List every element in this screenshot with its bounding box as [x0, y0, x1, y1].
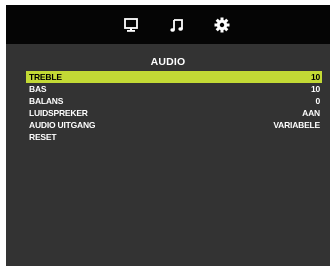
music-note-icon[interactable] [169, 17, 185, 33]
menu-item-label: BAS [29, 84, 47, 94]
menu-item-label: LUIDSPREKER [29, 108, 88, 118]
menu-item-reset[interactable]: RESET [26, 131, 322, 143]
monitor-icon[interactable] [123, 17, 139, 33]
tab-bar [6, 5, 330, 44]
page-title: AUDIO [150, 56, 186, 68]
menu-item-value: AAN [302, 108, 320, 118]
menu-item-treble[interactable]: TREBLE 10 [26, 71, 322, 83]
menu-item-value: 10 [310, 84, 320, 94]
menu-item-balans[interactable]: BALANS 0 [26, 95, 322, 107]
menu-item-value: 10 [310, 72, 320, 82]
menu-item-audio-uitgang[interactable]: AUDIO UITGANG VARIABELE [26, 119, 322, 131]
menu-item-label: TREBLE [29, 72, 62, 82]
menu-item-luidspreker[interactable]: LUIDSPREKER AAN [26, 107, 322, 119]
menu-item-label: BALANS [29, 96, 64, 106]
menu-item-bas[interactable]: BAS 10 [26, 83, 322, 95]
menu-item-label: AUDIO UITGANG [29, 120, 96, 130]
menu-item-value: VARIABELE [273, 120, 320, 130]
gear-icon[interactable] [214, 17, 230, 33]
menu-item-label: RESET [29, 132, 57, 142]
menu-item-value: 0 [315, 96, 320, 106]
audio-menu-list: TREBLE 10 BAS 10 BALANS 0 LUIDSPREKER AA… [26, 71, 322, 143]
osd-menu: AUDIO TREBLE 10 BAS 10 BALANS 0 LUIDSPRE… [6, 5, 330, 266]
